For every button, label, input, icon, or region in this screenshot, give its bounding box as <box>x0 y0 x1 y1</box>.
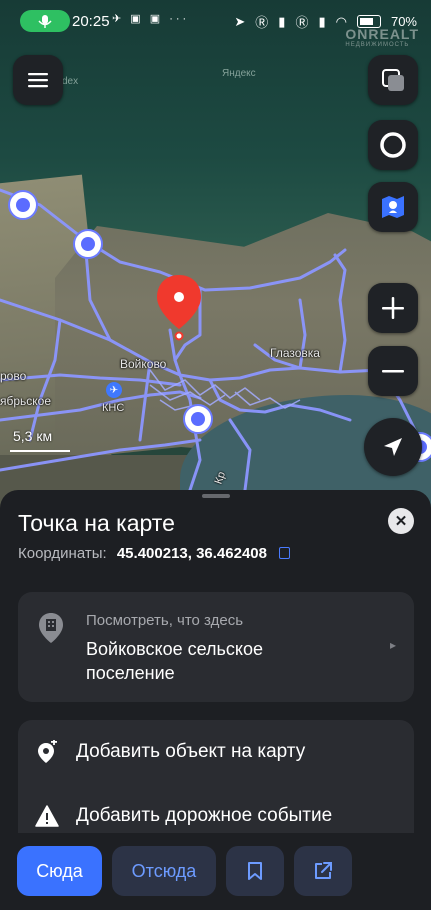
map-label-partial: ябрьское <box>0 394 52 408</box>
close-button[interactable]: ✕ <box>388 508 414 534</box>
share-button[interactable] <box>294 846 352 896</box>
routes-button[interactable] <box>368 182 418 232</box>
add-object-action[interactable]: Добавить объект на карту <box>18 732 414 772</box>
place-name: Войковское сельское поселение <box>86 639 264 683</box>
chevron-right-icon: ▸ <box>389 638 396 652</box>
zoom-in-button[interactable] <box>368 283 418 333</box>
zoom-out-button[interactable] <box>368 346 418 396</box>
routes-icon <box>382 196 404 218</box>
add-road-event-label: Добавить дорожное событие <box>76 805 333 826</box>
route-here-button[interactable]: Сюда <box>17 846 102 896</box>
locate-me-button[interactable] <box>364 418 422 476</box>
share-icon <box>315 862 332 879</box>
add-road-event-action[interactable]: Добавить дорожное событие <box>18 796 414 836</box>
whats-here-card[interactable]: Посмотреть, что здесь Войковское сельско… <box>18 592 414 702</box>
system-icons: ➤ Ⓡ ▮ Ⓡ ▮ ◠ 70% <box>234 12 417 31</box>
map-scale-label: 5,3 км <box>13 428 53 444</box>
alice-icon <box>380 132 406 158</box>
menu-button[interactable] <box>13 55 63 105</box>
roaming-icon: Ⓡ <box>255 15 269 30</box>
app-notification-icon: ▣ <box>149 13 164 25</box>
poi-pin-icon[interactable] <box>73 229 103 259</box>
map-label-glazovka[interactable]: Глазовка <box>270 346 320 360</box>
copy-icon[interactable] <box>279 547 291 559</box>
layers-icon <box>382 69 404 91</box>
sheet-grabber[interactable] <box>202 494 230 498</box>
coordinates-row: Координаты: 45.400213, 36.462408 <box>18 545 291 562</box>
whats-here-hint: Посмотреть, что здесь <box>86 612 244 629</box>
signal-icon: ▮ <box>278 13 286 29</box>
sheet-title: Точка на карте <box>18 510 175 536</box>
status-time: 20:25 <box>72 13 110 30</box>
signal-icon: ▮ <box>318 13 326 29</box>
more-notifications-icon: ··· <box>169 13 190 25</box>
battery-percent: 70% <box>390 14 417 29</box>
add-place-icon <box>38 740 57 763</box>
battery-icon <box>356 15 381 28</box>
warning-icon <box>35 805 59 827</box>
telegram-icon: ✈ <box>112 13 125 25</box>
wifi-icon: ◠ <box>335 13 347 29</box>
microphone-icon <box>38 15 52 28</box>
yandex-watermark: Яндекс <box>222 68 256 79</box>
bottom-action-bar: Сюда Отсюда <box>0 833 431 910</box>
coordinates-label: Координаты: <box>18 545 107 562</box>
bookmark-icon <box>248 862 262 880</box>
layers-button[interactable] <box>368 55 418 105</box>
route-from-button[interactable]: Отсюда <box>112 846 216 896</box>
building-pin-icon <box>39 613 63 643</box>
map-label-kns[interactable]: КНС <box>102 402 124 414</box>
roaming-icon: Ⓡ <box>295 15 309 30</box>
save-bookmark-button[interactable] <box>226 846 284 896</box>
status-bar: 20:25 ✈ ▣ ▣ ··· ➤ Ⓡ ▮ Ⓡ ▮ ◠ 70% <box>0 0 431 40</box>
coordinates-value[interactable]: 45.400213, 36.462408 <box>117 545 267 562</box>
notification-icons: ✈ ▣ ▣ ··· <box>112 12 189 25</box>
map-label-voykovo[interactable]: Войково <box>120 357 166 371</box>
selected-point-pin-icon[interactable] <box>154 273 204 346</box>
brand-tagline: НЕДВИЖИМОСТЬ <box>345 42 410 48</box>
poi-pin-icon[interactable] <box>183 404 213 434</box>
mic-indicator <box>20 10 70 32</box>
zoom-out-icon <box>382 370 404 373</box>
map-scale-bar <box>10 450 70 452</box>
poi-pin-icon[interactable] <box>8 190 38 220</box>
map-view[interactable]: Яндекс dex ONREALT НЕДВИЖИМОСТЬ Войково … <box>0 0 431 520</box>
add-object-label: Добавить объект на карту <box>76 741 306 762</box>
close-icon: ✕ <box>394 513 408 530</box>
actions-card: Добавить объект на карту Добавить дорожн… <box>18 720 414 840</box>
zoom-in-icon <box>382 297 404 319</box>
app-notification-icon: ▣ <box>130 13 144 25</box>
menu-icon <box>28 73 48 88</box>
yandex-watermark: dex <box>62 76 79 87</box>
airport-icon[interactable]: ✈ <box>106 382 122 398</box>
alice-button[interactable] <box>368 120 418 170</box>
map-label-partial: рово <box>0 369 27 383</box>
locate-icon <box>384 438 402 456</box>
location-icon: ➤ <box>234 13 246 29</box>
